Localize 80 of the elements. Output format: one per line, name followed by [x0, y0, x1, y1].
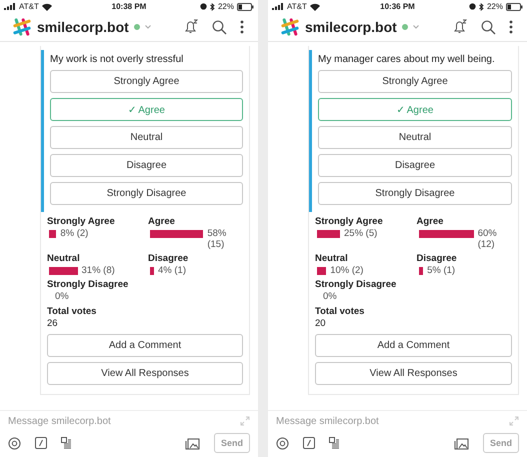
action-button[interactable]: View All Responses [47, 362, 243, 385]
result-value: 5% (1) [427, 265, 456, 276]
result-value: 0% [54, 291, 69, 302]
slash-command-icon[interactable] [35, 437, 47, 449]
total-label: Total votes [47, 306, 98, 317]
photo-icon[interactable] [184, 436, 200, 450]
answer-button[interactable]: Strongly Agree [318, 70, 512, 93]
battery-icon [506, 2, 523, 10]
snooze-bell-icon[interactable] [183, 19, 199, 35]
slash-command-icon[interactable] [303, 437, 315, 449]
signal-icon [272, 3, 284, 10]
answer-button[interactable]: Neutral [50, 126, 243, 149]
status-time: 10:36 PM [380, 2, 415, 11]
result-value: 8% (2) [60, 228, 88, 239]
result-label: Strongly Disagree [315, 279, 398, 290]
result-value: 10% (2) [330, 265, 364, 276]
carrier-name: AT&T [287, 2, 307, 11]
answer-button[interactable]: Strongly Agree [50, 70, 243, 93]
result-value: 31% (8) [82, 265, 115, 276]
answer-button[interactable]: Strongly Disagree [50, 182, 243, 205]
hash-logo-icon [280, 17, 300, 37]
photo-icon[interactable] [454, 436, 469, 450]
result-bar [150, 230, 204, 238]
result-bar [317, 230, 340, 238]
result-label: Strongly Agree [47, 216, 116, 227]
battery-percent: 22% [218, 2, 234, 11]
result-bar [49, 230, 56, 238]
question-text: My work is not overly stressful [50, 53, 184, 67]
result-label: Disagree [148, 253, 190, 264]
answer-button[interactable]: Disagree [50, 154, 243, 177]
hash-logo-icon [12, 17, 32, 37]
bluetooth-icon [210, 2, 215, 10]
result-label: Neutral [47, 253, 81, 264]
search-icon[interactable] [481, 20, 496, 34]
result-value: 60% (12) [478, 228, 498, 250]
answer-button[interactable]: ✓ Agree [318, 98, 512, 121]
result-value: 4% (1) [158, 265, 186, 276]
result-bar [418, 267, 424, 275]
carrier-name: AT&T [19, 2, 39, 11]
mention-icon[interactable] [276, 436, 289, 450]
result-label: Agree [148, 216, 176, 227]
wifi-icon [310, 2, 320, 10]
answer-button[interactable]: Neutral [318, 126, 512, 149]
total-value: 20 [315, 317, 327, 329]
result-label: Strongly Disagree [47, 279, 130, 290]
action-button[interactable]: View All Responses [315, 362, 512, 385]
answer-button[interactable]: Disagree [318, 154, 512, 177]
action-button[interactable]: Add a Comment [47, 334, 243, 357]
total-label: Total votes [315, 306, 366, 317]
answer-button[interactable]: Strongly Disagree [318, 182, 512, 205]
result-bar [418, 230, 474, 238]
snooze-bell-icon[interactable] [452, 19, 468, 35]
search-icon[interactable] [212, 20, 227, 34]
file-icon[interactable] [329, 436, 340, 450]
bluetooth-icon [478, 2, 484, 10]
battery-percent: 22% [486, 2, 503, 11]
result-bar [150, 267, 154, 275]
result-bar [317, 267, 326, 275]
more-icon[interactable] [509, 20, 513, 34]
channel-title[interactable]: smilecorp.bot [37, 19, 129, 35]
question-text: My manager cares about my well being. [318, 53, 496, 67]
signal-icon [4, 3, 16, 10]
result-value: 58% (15) [207, 228, 228, 250]
result-label: Agree [416, 216, 444, 227]
total-value: 26 [47, 317, 59, 329]
file-icon[interactable] [61, 436, 72, 450]
result-label: Neutral [315, 253, 349, 264]
result-value: 0% [322, 291, 337, 302]
result-bar [49, 267, 78, 275]
channel-title[interactable]: smilecorp.bot [305, 19, 397, 35]
result-label: Strongly Agree [315, 216, 384, 227]
mention-icon[interactable] [8, 436, 21, 450]
action-button[interactable]: Add a Comment [315, 334, 512, 357]
status-time: 10:38 PM [112, 2, 146, 11]
answer-button[interactable]: ✓ Agree [50, 98, 243, 121]
more-icon[interactable] [240, 20, 244, 34]
result-label: Disagree [416, 253, 458, 264]
wifi-icon [42, 2, 52, 10]
result-value: 25% (5) [344, 228, 378, 239]
battery-icon [237, 2, 254, 10]
